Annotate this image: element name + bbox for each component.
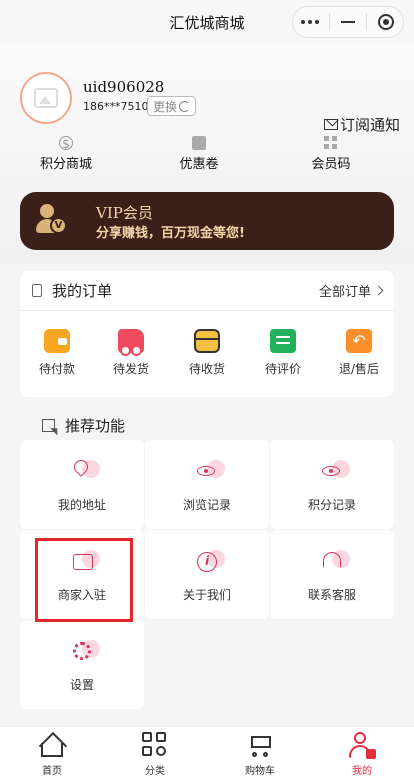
- more-dots-icon[interactable]: [294, 8, 326, 36]
- tab-label: 分类: [145, 766, 165, 777]
- truck-icon: [118, 329, 144, 356]
- refresh-icon: [179, 100, 191, 112]
- coin-icon: $: [59, 136, 73, 151]
- box-icon: [194, 329, 220, 353]
- phone-number: 186***7510: [83, 100, 149, 113]
- cursor-icon: [42, 419, 55, 432]
- subscribe-notice-link[interactable]: 订阅通知: [324, 114, 400, 135]
- tab-label: 首页: [42, 766, 62, 777]
- headset-icon: [318, 550, 350, 574]
- quick-link-label: 会员码: [311, 157, 351, 172]
- feature-label: 设置: [69, 678, 94, 692]
- order-status-label: 退/售后: [338, 362, 380, 376]
- mail-icon: [324, 119, 338, 130]
- recommended-section-title: 推荐功能: [42, 415, 125, 436]
- order-refund-aftersale[interactable]: 退/售后: [322, 329, 396, 377]
- change-label: 更换: [153, 99, 178, 114]
- refund-icon: [346, 329, 372, 353]
- username: uid906028: [83, 78, 165, 96]
- all-orders-label: 全部订单: [318, 285, 371, 300]
- order-status-label: 待发货: [112, 362, 149, 376]
- minimize-icon[interactable]: [332, 8, 364, 36]
- feature-label: 积分记录: [307, 498, 356, 512]
- quick-link-points-mall[interactable]: $ 积分商城: [16, 136, 116, 172]
- recommended-grid: 我的地址 浏览记录 积分记录 商家入驻 i 关于我们 联系客服 设置: [20, 440, 394, 710]
- feature-about-us[interactable]: i 关于我们: [145, 530, 269, 619]
- feature-my-address[interactable]: 我的地址: [20, 440, 144, 529]
- feature-points-history[interactable]: 积分记录: [270, 440, 394, 529]
- tab-label: 购物车: [245, 766, 275, 777]
- close-circle-icon[interactable]: [370, 8, 402, 36]
- quick-link-label: 优惠卷: [179, 157, 219, 172]
- quick-link-member-code[interactable]: 会员码: [281, 136, 381, 172]
- cart-icon: [246, 731, 274, 759]
- info-icon: i: [193, 550, 225, 574]
- document-icon: [32, 284, 42, 297]
- store-icon: [68, 550, 100, 574]
- comment-icon: [270, 329, 296, 353]
- order-status-label: 待付款: [38, 362, 75, 376]
- quick-link-label: 积分商城: [39, 157, 92, 172]
- orders-header: 我的订单 全部订单: [20, 271, 394, 311]
- subscribe-label: 订阅通知: [340, 116, 401, 134]
- feature-label: 商家入驻: [57, 588, 106, 602]
- vip-banner[interactable]: V VIP会员 分享赚钱，百万现金等您!: [20, 192, 394, 250]
- order-pending-receipt[interactable]: 待收货: [170, 329, 244, 377]
- location-icon: [68, 457, 100, 484]
- vip-subtitle: 分享赚钱，百万现金等您!: [96, 226, 245, 241]
- tab-me[interactable]: 我的: [332, 731, 392, 777]
- feature-label: 我的地址: [57, 498, 106, 512]
- change-button[interactable]: 更换: [147, 96, 197, 116]
- avatar[interactable]: [20, 72, 72, 124]
- order-status-label: 待评价: [264, 362, 301, 376]
- wallet-icon: [44, 329, 70, 353]
- eye-icon: [193, 460, 225, 484]
- feature-settings[interactable]: 设置: [20, 620, 144, 709]
- feature-customer-service[interactable]: 联系客服: [270, 530, 394, 619]
- vip-member-icon: V: [36, 204, 68, 236]
- orders-card: 我的订单 全部订单 待付款 待发货 待收货 待评价 退/售后: [20, 271, 394, 397]
- bottom-tab-bar: 首页 分类 购物车 我的: [0, 726, 414, 780]
- category-icon: [141, 731, 169, 759]
- feature-label: 联系客服: [307, 588, 356, 602]
- tab-cart[interactable]: 购物车: [230, 731, 290, 777]
- recommended-title: 推荐功能: [65, 417, 126, 435]
- feature-label: 浏览记录: [182, 498, 231, 512]
- order-pending-review[interactable]: 待评价: [246, 329, 320, 377]
- order-pending-payment[interactable]: 待付款: [20, 329, 94, 377]
- chevron-right-icon: [373, 285, 384, 296]
- eye-icon: [318, 460, 350, 484]
- feature-merchant-join[interactable]: 商家入驻: [20, 530, 144, 619]
- tab-label: 我的: [352, 766, 372, 777]
- tab-category[interactable]: 分类: [125, 731, 185, 777]
- all-orders-link[interactable]: 全部订单: [318, 281, 384, 300]
- mini-program-capsule: [292, 6, 404, 38]
- image-placeholder-icon: [34, 88, 58, 108]
- feature-label: 关于我们: [182, 588, 231, 602]
- top-bar: 汇优城商城: [0, 0, 414, 44]
- settings-icon: [68, 640, 100, 664]
- orders-title: 我的订单: [52, 282, 113, 300]
- order-status-label: 待收货: [188, 362, 225, 376]
- tab-home[interactable]: 首页: [22, 731, 82, 777]
- order-pending-shipment[interactable]: 待发货: [94, 329, 168, 377]
- home-icon: [38, 731, 66, 759]
- vip-title: VIP会员: [96, 204, 153, 222]
- feature-browse-history[interactable]: 浏览记录: [145, 440, 269, 529]
- quick-link-coupons[interactable]: 优惠卷: [149, 136, 249, 172]
- qrcode-icon: [324, 136, 338, 150]
- ticket-icon: [192, 136, 206, 150]
- user-icon: [348, 731, 376, 759]
